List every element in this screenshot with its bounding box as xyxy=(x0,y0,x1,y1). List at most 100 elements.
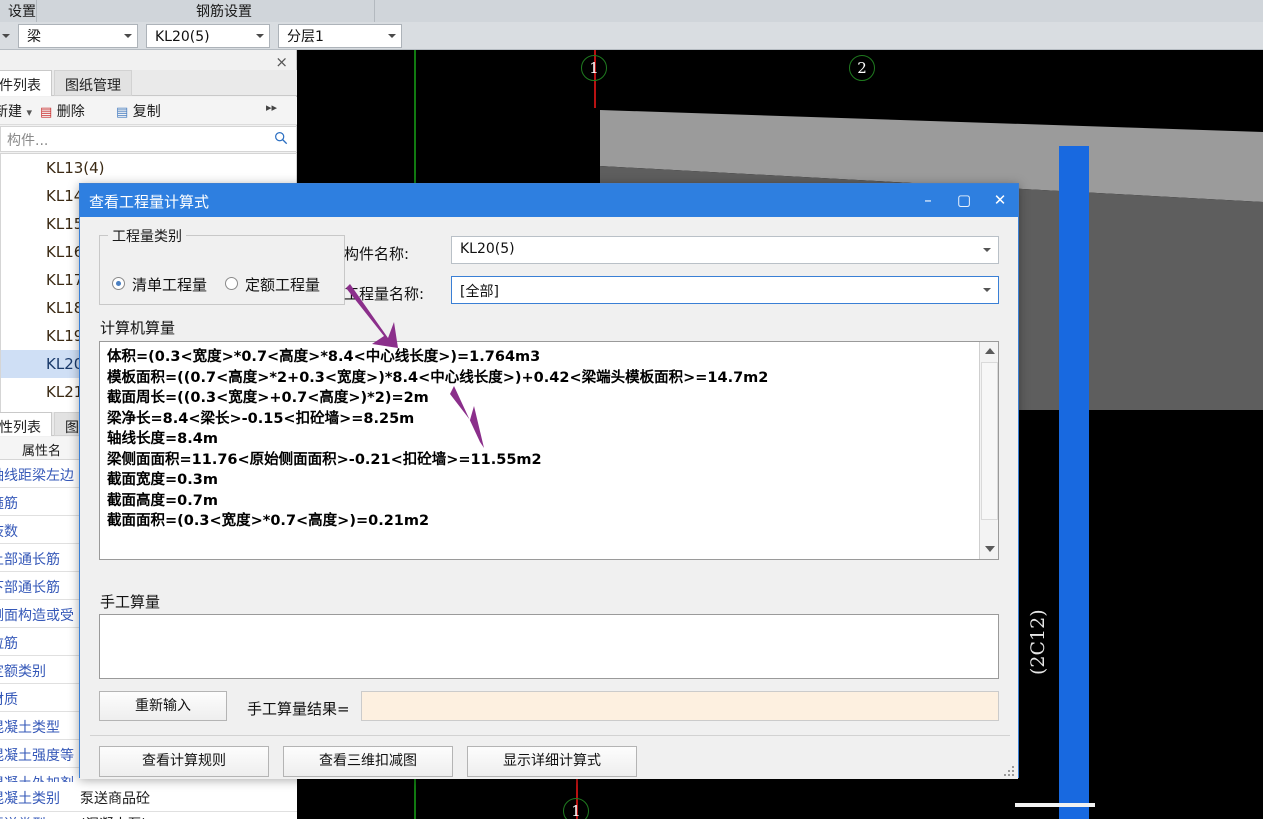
search-input[interactable]: 构件... xyxy=(0,126,297,152)
show-detailed-formula-button[interactable]: 显示详细计算式 xyxy=(467,746,637,777)
scroll-up-button[interactable] xyxy=(980,342,998,361)
property-name: 上部通长筋 xyxy=(0,552,60,568)
previous-combo-caret[interactable] xyxy=(0,24,12,48)
quantity-formula-dialog: 查看工程量计算式 – ▢ ✕ 工程量类别 清单工程量 定额工程量 构件名称: K… xyxy=(79,183,1019,779)
manual-result-label: 手工算量结果= xyxy=(247,700,350,718)
property-name: 混凝土强度等 xyxy=(0,748,74,764)
search-placeholder: 构件... xyxy=(7,133,49,149)
formula-line-list: 体积=(0.3<宽度>*0.7<高度>*8.4<中心线长度>)=1.764m3 … xyxy=(107,347,968,532)
radio-norm-quantity-label: 定额工程量 xyxy=(245,276,321,294)
radio-norm-quantity[interactable]: 定额工程量 xyxy=(225,274,320,295)
scrollbar-thumb[interactable] xyxy=(981,362,998,520)
copy-icon: ▤ xyxy=(116,105,129,120)
formula-scrollbar[interactable] xyxy=(979,342,998,559)
top-toolbar: 设置 钢筋设置 梁 KL20(5) 分层1 xyxy=(0,0,1263,50)
component-name-value: KL20(5) xyxy=(460,241,515,257)
view-3d-deduction-button[interactable]: 查看三维扣减图 xyxy=(283,746,453,777)
property-name: 材质 xyxy=(0,692,18,708)
new-button[interactable]: 新建 ▾ xyxy=(0,101,32,121)
property-name-column-header: 属性名 xyxy=(22,444,62,459)
scroll-down-button[interactable] xyxy=(980,540,998,559)
formula-line: 模板面积=((0.7<高度>*2+0.3<宽度>)*8.4<中心线长度>)+0.… xyxy=(107,369,769,386)
new-button-label: 新建 xyxy=(0,104,22,120)
combo-category[interactable]: 梁 xyxy=(18,24,138,48)
delete-button-label: 删除 xyxy=(56,104,85,120)
resize-grip[interactable] xyxy=(1004,766,1014,776)
combo-component-value: KL20(5) xyxy=(155,29,210,45)
ribbon-tab-row: 设置 钢筋设置 xyxy=(0,0,1263,22)
property-row[interactable]: 混凝土类别 泵送商品砼 xyxy=(0,782,297,812)
ribbon-tab-rebar-settings[interactable]: 钢筋设置 xyxy=(196,1,252,21)
radio-list-quantity[interactable]: 清单工程量 xyxy=(112,274,207,295)
property-row[interactable]: 泵送类型 (混凝土泵) xyxy=(0,812,297,819)
chevron-down-icon xyxy=(983,288,991,292)
reinput-button[interactable]: 重新输入 xyxy=(99,691,227,721)
property-name: 泵送类型 xyxy=(0,814,46,819)
view-calc-rules-button[interactable]: 查看计算规则 xyxy=(99,746,269,777)
manual-result-field[interactable] xyxy=(361,691,999,721)
overflow-button[interactable]: ▸▸ xyxy=(266,101,277,114)
panel-close-icon[interactable]: × xyxy=(275,53,288,71)
component-name-combo[interactable]: KL20(5) xyxy=(451,236,999,264)
chevron-down-icon xyxy=(985,546,995,552)
formula-line: 梁侧面面积=11.76<原始侧面面积>-0.21<扣砼墙>=11.55m2 xyxy=(107,451,542,468)
quantity-type-group: 工程量类别 清单工程量 定额工程量 xyxy=(99,226,345,305)
property-name: 下部通长筋 xyxy=(0,580,60,596)
property-value-combo[interactable]: (混凝土泵) xyxy=(80,814,147,819)
property-name: 轴线距梁左边 xyxy=(0,468,74,484)
axis-bubble: 1 xyxy=(581,55,607,81)
axis-bubble: 1 xyxy=(563,798,589,819)
measurement-line xyxy=(1015,803,1095,807)
panel-toolbar: 新建 ▾ ▤ 删除 ▤ 复制 ▸▸ xyxy=(0,97,297,125)
manual-quantity-label: 手工算量 xyxy=(100,593,161,611)
beam-side-face-lower xyxy=(1017,350,1263,400)
ribbon-tab-settings[interactable]: 设置 xyxy=(8,1,36,21)
delete-button[interactable]: ▤ 删除 xyxy=(40,101,85,121)
tab-component-list[interactable]: 件列表 xyxy=(0,70,52,96)
chevron-down-icon xyxy=(983,248,991,252)
app-root: 1 2 1 (2C12) 设置 钢筋设置 梁 KL20(5) 分层1 × 件列表… xyxy=(0,0,1263,819)
panel-tabstrip: 件列表 图纸管理 xyxy=(0,70,297,96)
property-name: 肢数 xyxy=(0,524,18,540)
combo-layer[interactable]: 分层1 xyxy=(278,24,402,48)
axis-bubble: 2 xyxy=(849,55,875,81)
column-highlight xyxy=(1059,146,1089,819)
property-name: 混凝土类型 xyxy=(0,720,60,736)
rebar-label: (2C12) xyxy=(1027,609,1049,675)
tab-drawing-manager[interactable]: 图纸管理 xyxy=(54,70,132,96)
formula-line: 截面高度=0.7m xyxy=(107,492,218,509)
toolbar-divider xyxy=(36,0,37,22)
computed-quantity-label: 计算机算量 xyxy=(100,319,176,337)
property-name: 拉筋 xyxy=(0,636,18,652)
list-item[interactable]: KL13(4) xyxy=(1,154,298,182)
delete-icon: ▤ xyxy=(40,105,53,120)
quantity-type-legend: 工程量类别 xyxy=(108,226,186,246)
property-name: 混凝土类别 xyxy=(0,791,60,807)
quantity-name-value: [全部] xyxy=(460,284,499,300)
tab-property-list[interactable]: 性列表 xyxy=(0,412,52,436)
formula-line: 梁净长=8.4<梁长>-0.15<扣砼墙>=8.25m xyxy=(107,410,415,427)
formula-display[interactable]: 体积=(0.3<宽度>*0.7<高度>*8.4<中心线长度>)=1.764m3 … xyxy=(99,341,999,560)
formula-line: 轴线长度=8.4m xyxy=(107,431,218,447)
radio-dot-icon xyxy=(112,277,125,290)
dialog-body: 工程量类别 清单工程量 定额工程量 构件名称: KL20(5) 工程量名称: [… xyxy=(80,217,1018,779)
property-name: 箍筋 xyxy=(0,496,18,512)
formula-line: 截面宽度=0.3m xyxy=(107,472,218,488)
formula-line: 截面周长=((0.3<宽度>+0.7<高度>)*2)=2m xyxy=(107,390,429,406)
close-button[interactable]: ✕ xyxy=(982,184,1018,217)
quantity-name-label: 工程量名称: xyxy=(344,285,425,303)
property-value[interactable]: 泵送商品砼 xyxy=(80,788,150,808)
minimize-button[interactable]: – xyxy=(910,184,946,217)
combo-component[interactable]: KL20(5) xyxy=(146,24,270,48)
quantity-name-combo[interactable]: [全部] xyxy=(451,276,999,304)
copy-button[interactable]: ▤ 复制 xyxy=(116,101,161,121)
combo-category-value: 梁 xyxy=(27,29,41,45)
copy-button-label: 复制 xyxy=(132,104,161,120)
maximize-button[interactable]: ▢ xyxy=(946,184,982,217)
chevron-up-icon xyxy=(985,348,995,354)
search-icon[interactable] xyxy=(274,131,288,145)
manual-quantity-input[interactable] xyxy=(99,614,999,679)
radio-dot-icon xyxy=(225,277,238,290)
chevron-down-icon xyxy=(388,34,396,38)
dialog-titlebar[interactable]: 查看工程量计算式 – ▢ ✕ xyxy=(80,184,1018,217)
